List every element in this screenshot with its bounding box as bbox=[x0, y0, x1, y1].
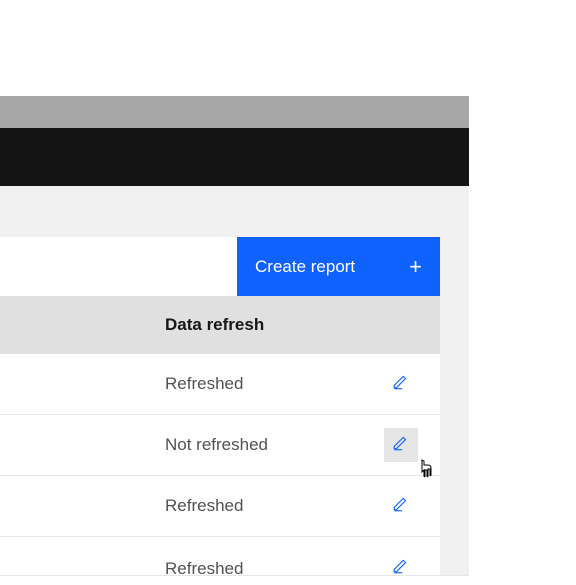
edit-icon bbox=[392, 434, 410, 457]
plus-icon: + bbox=[409, 256, 422, 278]
column-header-label: Data refresh bbox=[165, 315, 264, 335]
browser-chrome-bar bbox=[0, 96, 469, 128]
edit-button[interactable] bbox=[384, 489, 418, 523]
status-cell: Not refreshed bbox=[165, 435, 268, 455]
edit-button[interactable] bbox=[384, 551, 418, 585]
edit-icon bbox=[392, 373, 410, 396]
edit-icon bbox=[392, 495, 410, 518]
status-cell: Refreshed bbox=[165, 374, 243, 394]
create-report-label: Create report bbox=[255, 257, 355, 277]
status-cell: Refreshed bbox=[165, 559, 243, 585]
app-header-bar bbox=[0, 128, 469, 186]
table-row: Not refreshed bbox=[0, 415, 440, 476]
table-row: Refreshed bbox=[0, 476, 440, 537]
edit-button[interactable] bbox=[384, 367, 418, 401]
edit-icon bbox=[392, 557, 410, 580]
status-cell: Refreshed bbox=[165, 496, 243, 516]
column-header-data-refresh: Data refresh bbox=[0, 296, 440, 354]
table-row: Refreshed bbox=[0, 537, 440, 585]
create-report-button[interactable]: Create report + bbox=[237, 237, 440, 296]
reports-panel: Create report + Data refresh Refreshed N… bbox=[0, 237, 440, 585]
table-row: Refreshed bbox=[0, 354, 440, 415]
edit-button[interactable] bbox=[384, 428, 418, 462]
